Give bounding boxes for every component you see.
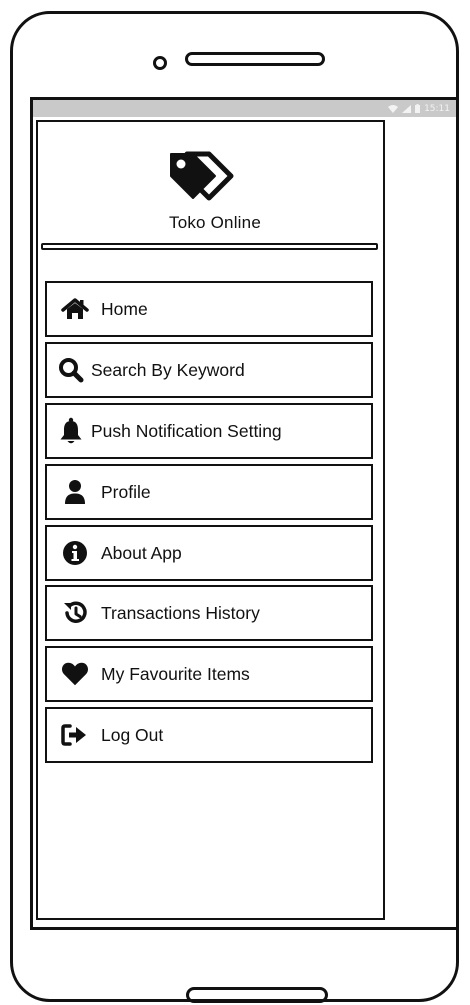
battery-icon [415, 104, 421, 113]
header-divider [41, 243, 378, 250]
front-camera [153, 56, 167, 70]
menu-item-search-by-keyword[interactable]: Search By Keyword [45, 342, 373, 398]
menu-item-label: Search By Keyword [91, 359, 245, 380]
sign-out-icon [61, 721, 89, 749]
user-icon [61, 478, 89, 506]
app-title: Toko Online [169, 213, 261, 232]
history-icon [61, 599, 89, 627]
menu-item-transactions-history[interactable]: Transactions History [45, 585, 373, 641]
home-hardware-button[interactable] [186, 987, 328, 1003]
status-bar: 15:11 [33, 100, 456, 117]
menu-item-label: My Favourite Items [101, 663, 250, 684]
menu-item-label: Home [101, 298, 148, 319]
wifi-icon [388, 104, 399, 113]
menu-item-push-notification-setting[interactable]: Push Notification Setting [45, 403, 373, 459]
menu-item-profile[interactable]: Profile [45, 464, 373, 520]
search-icon [57, 356, 85, 384]
menu-item-label: Profile [101, 481, 151, 502]
menu-item-label: Push Notification Setting [91, 420, 282, 441]
bell-icon [57, 417, 85, 445]
heart-icon [61, 660, 89, 688]
info-icon [61, 539, 89, 567]
menu-item-about-app[interactable]: About App [45, 525, 373, 581]
menu-item-label: Transactions History [101, 602, 260, 623]
home-icon [61, 295, 89, 323]
menu-item-log-out[interactable]: Log Out [45, 707, 373, 763]
earpiece-speaker [185, 52, 325, 66]
signal-icon [402, 104, 412, 113]
navigation-drawer [36, 120, 385, 920]
menu-item-my-favourite-items[interactable]: My Favourite Items [45, 646, 373, 702]
status-time: 15:11 [424, 103, 450, 114]
menu-item-home[interactable]: Home [45, 281, 373, 337]
menu-item-label: About App [101, 542, 182, 563]
price-tag-icon [165, 151, 239, 201]
menu-item-label: Log Out [101, 724, 164, 745]
